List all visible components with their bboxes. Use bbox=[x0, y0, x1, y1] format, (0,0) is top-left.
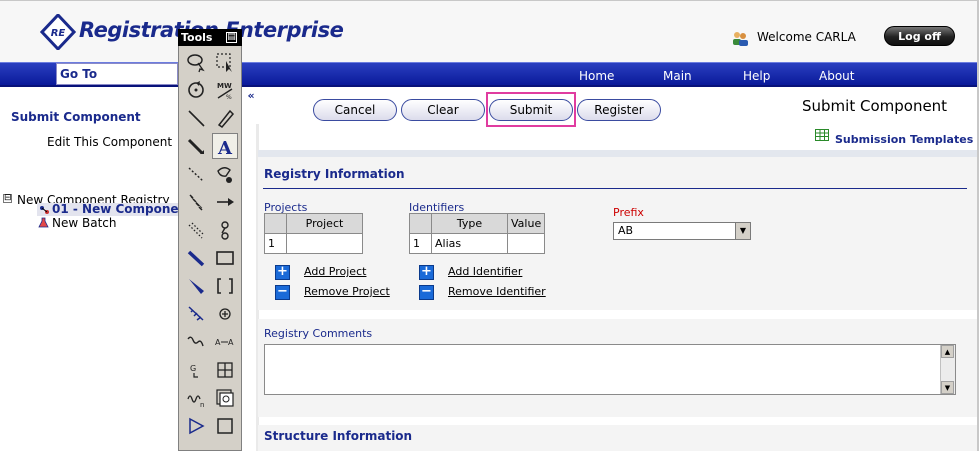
remove-identifier-icon[interactable]: − bbox=[419, 285, 434, 300]
text-tool-icon[interactable]: A bbox=[212, 133, 238, 159]
row-index: 1 bbox=[409, 233, 432, 254]
ring-tool-icon[interactable]: n bbox=[183, 385, 209, 411]
scroll-down-icon[interactable]: ▼ bbox=[941, 381, 954, 394]
goto-menu[interactable]: Go To bbox=[56, 63, 178, 85]
template-tool-icon[interactable] bbox=[212, 385, 238, 411]
arrow-tool-icon[interactable] bbox=[212, 189, 238, 215]
identifiers-table: Type Value 1 Alias bbox=[409, 213, 546, 254]
structure-info-title: Structure Information bbox=[264, 429, 413, 443]
submit-button[interactable]: Submit bbox=[489, 99, 573, 121]
svg-text:A: A bbox=[228, 338, 234, 347]
svg-text:A: A bbox=[215, 338, 221, 347]
nav-help[interactable]: Help bbox=[743, 69, 770, 83]
remove-project-link[interactable]: Remove Project bbox=[304, 285, 390, 298]
logoff-button[interactable]: Log off bbox=[884, 26, 955, 46]
bold-bond-tool-icon[interactable] bbox=[183, 245, 209, 271]
prefix-select[interactable]: AB bbox=[613, 222, 751, 240]
project-cell[interactable] bbox=[286, 233, 363, 254]
projects-table: Project 1 bbox=[264, 213, 363, 254]
tools-menu-icon[interactable]: ▤ bbox=[226, 32, 237, 43]
bracket-tool-icon[interactable] bbox=[212, 273, 238, 299]
table-corner bbox=[409, 213, 432, 234]
tree-item-batch[interactable]: New Batch bbox=[52, 216, 116, 230]
svg-text:MW: MW bbox=[217, 82, 232, 90]
welcome-message: Welcome CARLA bbox=[757, 30, 856, 44]
section-divider bbox=[263, 188, 967, 189]
add-identifier-icon[interactable]: + bbox=[419, 265, 434, 280]
add-identifier-link[interactable]: Add Identifier bbox=[448, 265, 522, 278]
lasso-select-tool-icon[interactable] bbox=[183, 49, 209, 75]
wavy-bond-tool-icon[interactable] bbox=[183, 329, 209, 355]
grid-icon bbox=[815, 129, 829, 141]
comments-label: Registry Comments bbox=[264, 327, 373, 340]
marquee-select-tool-icon[interactable] bbox=[212, 49, 238, 75]
bond-tool-icon[interactable] bbox=[183, 133, 209, 159]
tree-collapse-toggle[interactable]: ⊟ bbox=[3, 194, 12, 203]
prefix-label: Prefix bbox=[613, 206, 644, 219]
add-project-link[interactable]: Add Project bbox=[304, 265, 366, 278]
line-tool-icon[interactable] bbox=[183, 105, 209, 131]
pen-tool-icon[interactable] bbox=[212, 105, 238, 131]
chevron-down-icon[interactable]: ▼ bbox=[735, 223, 750, 239]
rotate-tool-icon[interactable] bbox=[183, 77, 209, 103]
hash-wedge-tool-icon[interactable] bbox=[183, 301, 209, 327]
user-icon bbox=[731, 30, 749, 46]
svg-text:A: A bbox=[217, 138, 233, 157]
remove-identifier-link[interactable]: Remove Identifier bbox=[448, 285, 546, 298]
dashed-line-tool-icon[interactable] bbox=[183, 161, 209, 187]
table-corner bbox=[264, 213, 287, 234]
projects-header: Project bbox=[286, 213, 363, 234]
dash-bond-tool-icon[interactable] bbox=[183, 217, 209, 243]
value-cell[interactable] bbox=[506, 233, 546, 254]
add-project-icon[interactable]: + bbox=[275, 265, 290, 280]
scroll-up-icon[interactable]: ▲ bbox=[941, 345, 954, 358]
page-title: Submit Component bbox=[802, 97, 948, 115]
registry-info-title: Registry Information bbox=[264, 167, 405, 181]
table-tool-icon[interactable] bbox=[212, 357, 238, 383]
fill-tool-icon[interactable] bbox=[212, 161, 238, 187]
tree-item-component[interactable]: 01 - New Component bbox=[37, 203, 178, 216]
svg-text:G: G bbox=[190, 364, 196, 373]
triangle-tool-icon[interactable] bbox=[183, 413, 209, 439]
chain-tool-icon[interactable]: G bbox=[183, 357, 209, 383]
comments-textarea[interactable] bbox=[264, 344, 956, 395]
mass-tool-icon[interactable]: MW% bbox=[212, 77, 238, 103]
submission-templates-menu[interactable]: Submission Templates ▾ bbox=[835, 133, 979, 146]
register-button[interactable]: Register bbox=[577, 99, 661, 121]
value-header: Value bbox=[506, 213, 546, 234]
type-header: Type bbox=[431, 213, 508, 234]
row-index: 1 bbox=[264, 233, 287, 254]
svg-text:RE: RE bbox=[51, 28, 66, 39]
logo-icon: RE bbox=[39, 12, 77, 52]
atom-map-tool-icon[interactable] bbox=[212, 217, 238, 243]
wedge-bond-tool-icon[interactable] bbox=[183, 273, 209, 299]
section-band bbox=[258, 150, 979, 157]
charge-tool-icon[interactable] bbox=[212, 301, 238, 327]
hashed-bond-tool-icon[interactable] bbox=[183, 189, 209, 215]
reaction-map-tool-icon[interactable]: AA bbox=[212, 329, 238, 355]
square-tool-icon[interactable] bbox=[212, 413, 238, 439]
edit-component-link[interactable]: Edit This Component bbox=[47, 135, 172, 149]
svg-text:%: % bbox=[226, 94, 232, 101]
rectangle-tool-icon[interactable] bbox=[212, 245, 238, 271]
nav-home[interactable]: Home bbox=[579, 69, 614, 83]
left-panel-title: Submit Component bbox=[11, 110, 141, 124]
remove-project-icon[interactable]: − bbox=[275, 285, 290, 300]
cancel-button[interactable]: Cancel bbox=[313, 99, 397, 121]
nav-main[interactable]: Main bbox=[663, 69, 692, 83]
type-cell[interactable]: Alias bbox=[431, 233, 508, 254]
nav-about[interactable]: About bbox=[819, 69, 854, 83]
collapse-panel-icon[interactable]: « bbox=[244, 89, 258, 103]
batch-flask-icon bbox=[38, 217, 49, 228]
clear-button[interactable]: Clear bbox=[401, 99, 485, 121]
component-icon bbox=[38, 204, 50, 216]
svg-text:n: n bbox=[200, 401, 204, 409]
